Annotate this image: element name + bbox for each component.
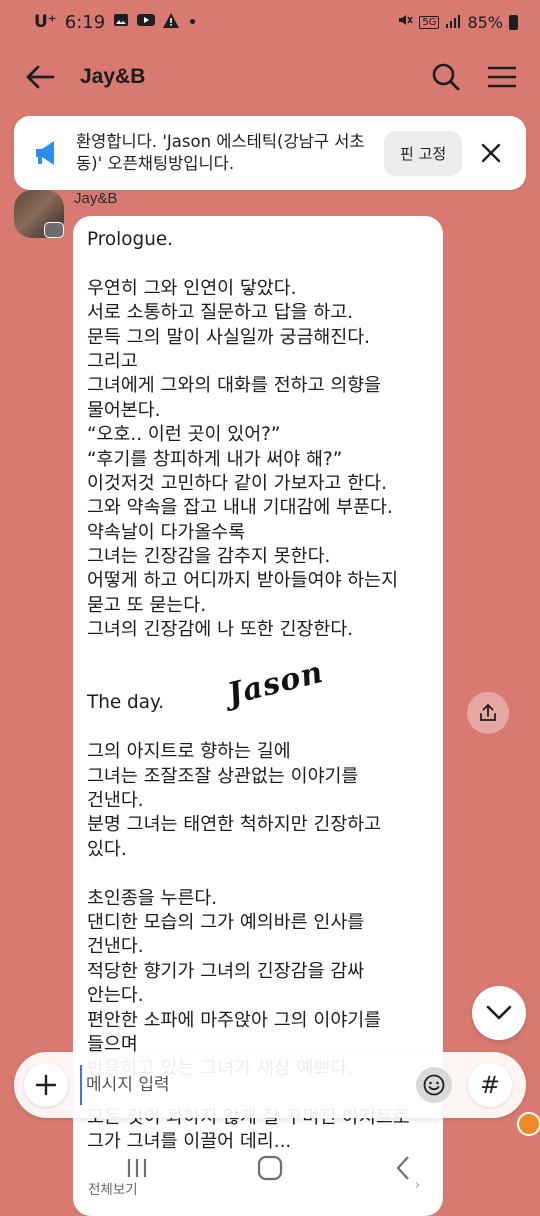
message-input[interactable]	[80, 1065, 400, 1105]
message-composer: #	[14, 1052, 526, 1118]
message-line: 건낸다.	[87, 789, 144, 811]
profile-badge-icon	[44, 222, 64, 238]
message-line: 약속날이 다가올수록	[87, 521, 246, 543]
search-button[interactable]	[426, 57, 466, 97]
warning-icon	[163, 12, 180, 32]
status-time: 6:19	[64, 11, 106, 33]
close-notice-button[interactable]	[476, 138, 506, 168]
message-line: 문득 그의 말이 사실일까 궁금해진다.	[87, 326, 371, 348]
message-line: 서로 소통하고 질문하고 답을 하고.	[87, 302, 354, 324]
message-line: 우연히 그와 인연이 닿았다.	[87, 277, 297, 299]
message-line	[87, 252, 429, 276]
emoji-icon	[423, 1074, 445, 1096]
youtube-icon	[137, 13, 156, 31]
back-nav-button[interactable]	[381, 1146, 425, 1190]
system-nav-bar	[0, 1144, 540, 1192]
message-line: 그녀의 긴장감에 나 또한 긴장한다.	[87, 619, 354, 641]
sender-name: Jay&B	[74, 190, 118, 207]
message-line: 댄디한 모습의 그가 예의바른 인사를	[87, 911, 365, 933]
notification-dot-icon: •	[187, 11, 198, 33]
hamburger-menu-icon	[488, 66, 516, 88]
message-line: 그와 약속을 잡고 내내 기대감에 부푼다.	[87, 497, 393, 519]
message-line: 물어본다.	[87, 399, 161, 421]
signal-icon	[445, 13, 461, 32]
pin-button[interactable]: 핀 고정	[384, 130, 463, 176]
notice-text: 환영합니다. 'Jason 에스테틱(강남구 서초동)' 오픈채팅방입니다.	[76, 132, 365, 173]
emoji-button[interactable]	[416, 1067, 452, 1103]
notice-banner[interactable]: 환영합니다. 'Jason 에스테틱(강남구 서초동)' 오픈채팅방입니다. 핀…	[14, 116, 526, 190]
network-label: 5G	[419, 15, 440, 29]
battery-percent: 85%	[467, 12, 503, 32]
back-nav-icon	[396, 1156, 410, 1180]
message-line: 어떻게 하고 어디까지 받아들여야 하는지	[87, 570, 399, 592]
message-line: 건낸다.	[87, 936, 144, 958]
message-line: 초인종을 누른다.	[87, 887, 218, 909]
message-line: 묻고 또 묻는다.	[87, 594, 207, 616]
share-button[interactable]	[467, 692, 509, 734]
chat-title: Jay&B	[80, 65, 146, 88]
message-line: “오호.. 이런 곳이 있어?”	[87, 424, 281, 446]
message-line	[87, 643, 429, 667]
close-icon	[481, 143, 501, 163]
home-button[interactable]	[248, 1146, 292, 1190]
message-line: 그녀에게 그와의 대화를 전하고 의향을	[87, 375, 382, 397]
message-line: 안는다.	[87, 985, 144, 1007]
message-line: 편안한 소파에 마주앉아 그의 이야기를	[87, 1009, 382, 1031]
app-bar: Jay&B	[0, 44, 540, 110]
mute-icon	[397, 12, 413, 32]
hashtag-button[interactable]: #	[468, 1063, 512, 1107]
attach-button[interactable]	[24, 1063, 68, 1107]
back-button[interactable]	[18, 55, 62, 99]
battery-icon	[509, 14, 518, 30]
message-line: 그녀는 조잘조잘 상관없는 이야기를	[87, 765, 359, 787]
message-line: 그의 아지트로 향하는 길에	[87, 741, 291, 763]
message-line	[87, 716, 429, 740]
share-icon	[480, 704, 496, 721]
notification-badge-icon	[517, 1112, 540, 1136]
back-arrow-icon	[26, 65, 55, 89]
message-line: 이것저것 고민하다 같이 가보자고 한다.	[87, 472, 387, 494]
message-line: 그리고	[87, 350, 138, 372]
message-line: 있다.	[87, 838, 127, 860]
chevron-down-icon	[486, 1005, 512, 1020]
message-line: 그녀는 긴장감을 감추지 못한다.	[87, 546, 331, 568]
megaphone-icon	[36, 141, 54, 165]
message-line	[87, 862, 429, 886]
plus-icon	[35, 1074, 57, 1096]
message-line: 분명 그녀는 태연한 척하지만 긴장하고	[87, 814, 382, 836]
gallery-icon	[113, 12, 129, 32]
carrier-label: U⁺	[34, 12, 57, 32]
menu-button[interactable]	[482, 57, 522, 97]
home-icon	[257, 1155, 283, 1181]
scroll-to-bottom-button[interactable]	[472, 986, 526, 1040]
message-line: “후기를 창피하게 내가 써야 해?”	[87, 448, 343, 470]
recent-apps-button[interactable]	[115, 1146, 159, 1190]
message-line: 적당한 향기가 그녀의 긴장감을 감싸	[87, 960, 365, 982]
search-icon	[432, 63, 460, 91]
recent-apps-icon	[127, 1159, 146, 1177]
message-line: Prologue.	[87, 229, 174, 250]
status-bar: U⁺ 6:19 • 5G 85%	[0, 0, 540, 44]
